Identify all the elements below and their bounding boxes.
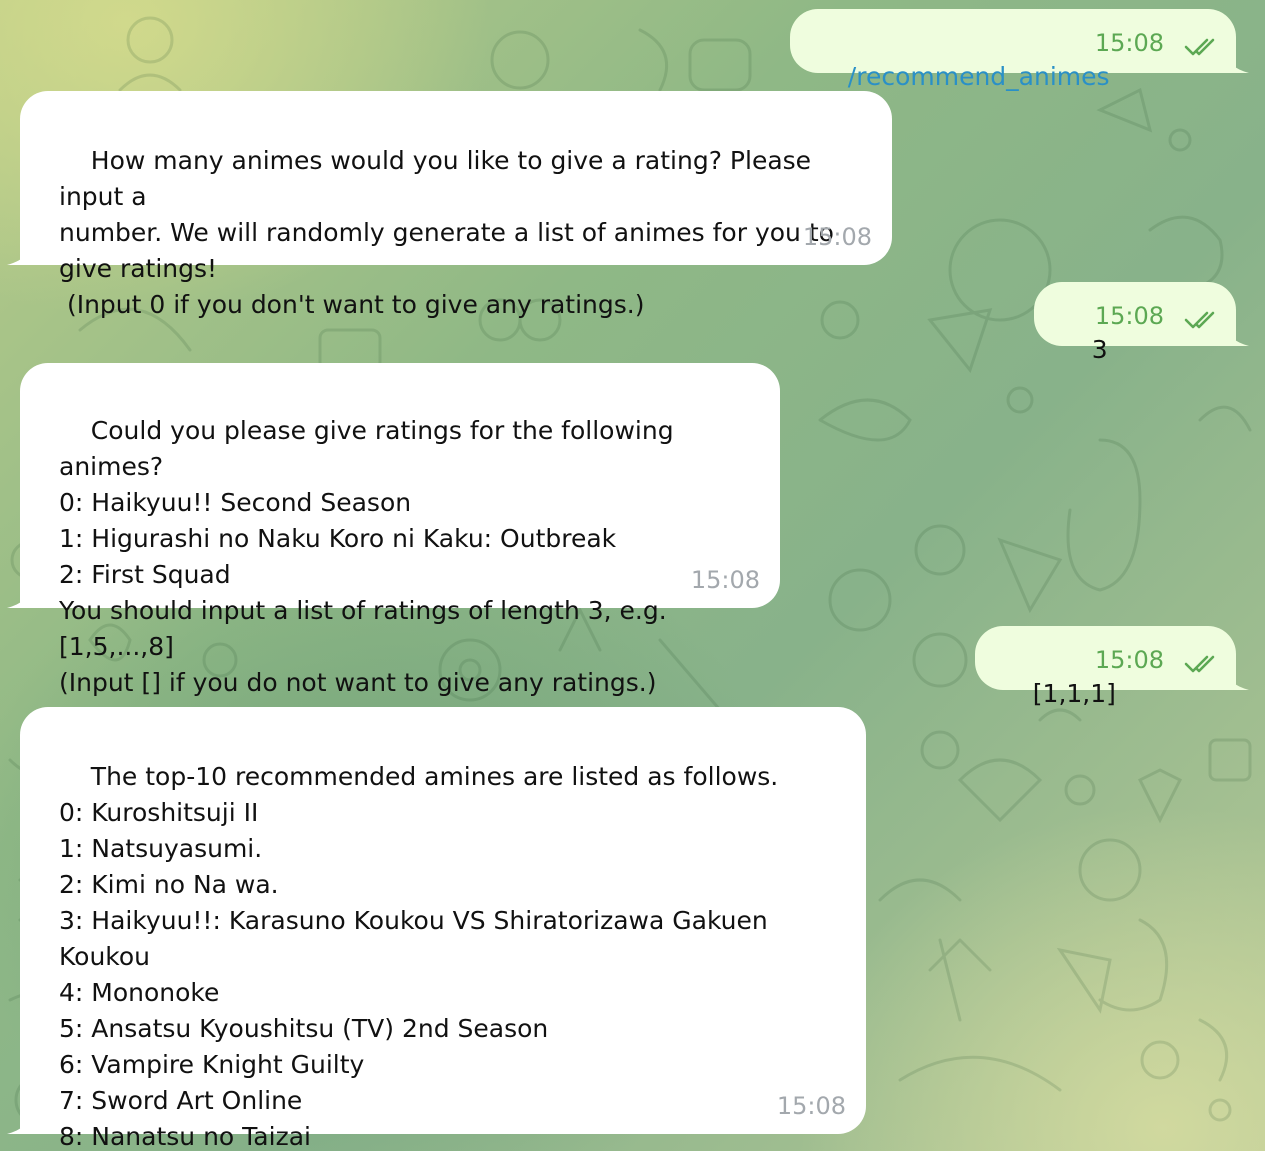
- bubble-tail: [1223, 668, 1249, 690]
- message-text: 3: [1091, 335, 1108, 364]
- message-text: Could you please give ratings for the fo…: [59, 416, 674, 697]
- double-check-icon: [1184, 655, 1215, 673]
- bubble-tail: [7, 1112, 33, 1134]
- bubble-tail: [7, 586, 33, 608]
- bubble-tail: [1223, 51, 1249, 73]
- message-time: 15:08: [1094, 302, 1164, 330]
- message-time: 15:08: [1094, 29, 1164, 57]
- incoming-message: Could you please give ratings for the fo…: [7, 363, 780, 697]
- incoming-message: The top-10 recommended amines are listed…: [7, 707, 866, 1151]
- outgoing-message: [1,1,1] 15:08: [975, 626, 1249, 708]
- double-check-icon: [1184, 38, 1215, 56]
- bubble-tail: [1223, 324, 1249, 346]
- incoming-message: How many animes would you like to give a…: [7, 91, 892, 319]
- outgoing-message: 3 15:08: [1034, 282, 1249, 364]
- message-time: 15:08: [1094, 646, 1164, 674]
- message-text: How many animes would you like to give a…: [59, 146, 834, 319]
- message-time: 15:08: [802, 223, 872, 251]
- outgoing-message: /recommend_animes 15:08: [790, 9, 1249, 91]
- message-time: 15:08: [690, 566, 760, 594]
- double-check-icon: [1184, 311, 1215, 329]
- message-text: The top-10 recommended amines are listed…: [59, 762, 779, 1151]
- chat-area: /recommend_animes 15:08 How many animes …: [0, 0, 1265, 1151]
- bubble-tail: [7, 243, 33, 265]
- message-time: 15:08: [776, 1092, 846, 1120]
- message-text: [1,1,1]: [1032, 679, 1116, 708]
- bot-command-link[interactable]: /recommend_animes: [848, 62, 1110, 91]
